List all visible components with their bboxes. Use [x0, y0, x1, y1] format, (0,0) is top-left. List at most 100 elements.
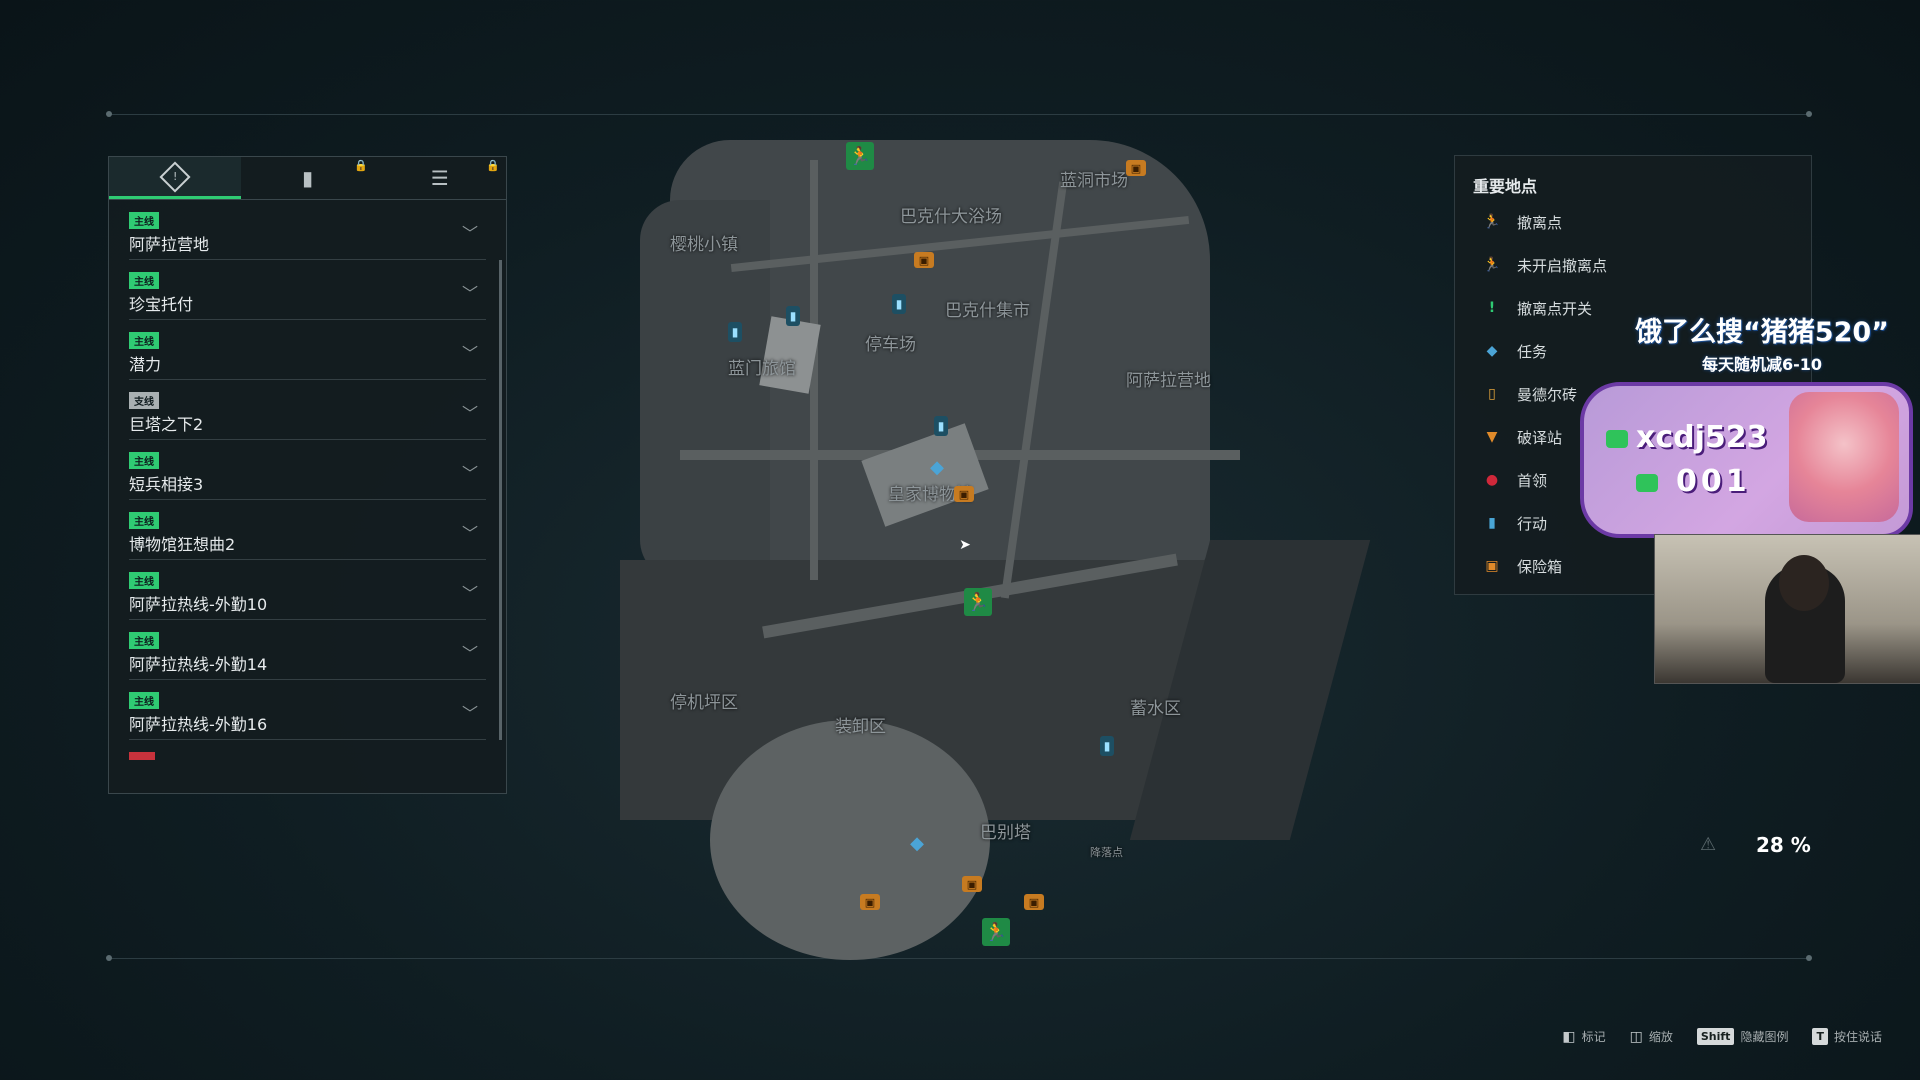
task-icon[interactable]: ◆ [926, 456, 948, 478]
legend-item[interactable]: 🏃 撤离点 [1483, 210, 1562, 234]
safe-icon[interactable]: ▣ [962, 876, 982, 892]
quest-badge: 主线 [129, 212, 159, 229]
exit-icon: 🏃 [1483, 214, 1501, 230]
action-icon: ▮ [301, 166, 313, 190]
map-label: 蓄水区 [1130, 699, 1181, 719]
legend-item[interactable]: ▮ 行动 [1483, 511, 1547, 535]
action-icon[interactable]: ▮ [786, 306, 800, 326]
quest-badge: 主线 [129, 512, 159, 529]
safe-icon: ▣ [1485, 558, 1499, 574]
map-label: 蓝门旅馆 [728, 359, 796, 379]
quest-item-partial[interactable] [129, 740, 486, 792]
shift-key: Shift [1696, 1028, 1735, 1045]
decrypt-station-icon: ▼ [1486, 429, 1498, 445]
action-icon[interactable]: ▮ [892, 294, 906, 314]
quest-panel: ! ▮ 🔒 ☰ 🔒 主线 阿萨拉营地 ﹀ 主线 珍宝托付 ﹀ 主线 潜力 ﹀ 支… [108, 156, 507, 794]
exit-icon[interactable]: 🏃 [964, 588, 992, 616]
quest-item[interactable]: 主线 阿萨拉热线-外勤14 ﹀ [129, 620, 486, 680]
chevron-down-icon[interactable]: ﹀ [462, 520, 478, 544]
legend-title: 重要地点 [1473, 177, 1538, 196]
stream-promo: 饿了么搜“猪猪520” 每天随机减6-10 [1612, 310, 1912, 375]
legend-label: 曼德尔砖 [1517, 385, 1578, 404]
legend-item[interactable]: ● 首领 [1483, 468, 1547, 492]
map-label: 巴克什大浴场 [900, 207, 1002, 227]
quest-item[interactable]: 主线 阿萨拉热线-外勤16 ﹀ [129, 680, 486, 740]
action-icon[interactable]: ▮ [934, 416, 948, 436]
frame-corner [1806, 111, 1812, 117]
quest-diamond-icon: ! [159, 160, 191, 193]
warning-icon: ⚠ [1700, 834, 1717, 855]
streamer-head [1779, 555, 1829, 611]
chevron-down-icon[interactable]: ﹀ [462, 640, 478, 664]
safe-icon[interactable]: ▣ [914, 252, 934, 268]
task-icon: ◆ [1486, 343, 1498, 359]
lock-icon: 🔒 [353, 159, 368, 172]
action-icon[interactable]: ▮ [1100, 736, 1114, 756]
lock-icon: 🔒 [486, 159, 500, 172]
tab-quests[interactable]: ! [109, 157, 242, 199]
task-icon[interactable]: ◆ [906, 832, 928, 854]
tab-actions[interactable]: ▮ 🔒 [241, 157, 373, 199]
streamer-card: xcdj523 001 [1580, 382, 1913, 538]
safe-icon[interactable]: ▣ [1126, 160, 1146, 176]
anime-avatar [1789, 392, 1899, 522]
chevron-down-icon[interactable]: ﹀ [462, 280, 478, 304]
frame-corner [106, 111, 112, 117]
map-label: 巴克什集市 [945, 301, 1030, 321]
hint-mark: ◧ 标记 [1562, 1028, 1605, 1045]
quest-badge: 主线 [129, 692, 159, 709]
promo-subtitle: 每天随机减6-10 [1701, 355, 1823, 374]
chevron-down-icon[interactable]: ﹀ [462, 700, 478, 724]
quest-badge [129, 752, 155, 760]
safe-icon[interactable]: ▣ [860, 894, 880, 910]
quest-title: 阿萨拉热线-外勤10 [129, 595, 268, 614]
action-icon[interactable]: ▮ [728, 322, 742, 342]
legend-item[interactable]: ▯ 曼德尔砖 [1483, 382, 1577, 406]
chevron-down-icon[interactable]: ﹀ [462, 340, 478, 364]
quest-item[interactable]: 支线 巨塔之下2 ﹀ [129, 380, 486, 440]
legend-item[interactable]: ◆ 任务 [1483, 339, 1547, 363]
quest-item[interactable]: 主线 阿萨拉热线-外勤10 ﹀ [129, 560, 486, 620]
quest-scrollbar[interactable] [499, 260, 502, 740]
key-hints: ◧ 标记 ◫ 缩放 Shift 隐藏图例 T 按住说话 [1562, 1028, 1882, 1045]
exit-icon[interactable]: 🏃 [982, 918, 1010, 946]
hint-label: 按住说话 [1833, 1030, 1882, 1044]
tab-mail[interactable]: ☰ 🔒 [374, 157, 506, 199]
quest-title: 短兵相接3 [129, 475, 204, 494]
chevron-down-icon[interactable]: ﹀ [462, 580, 478, 604]
mail-icon: ☰ [430, 166, 449, 190]
quest-item[interactable]: 主线 短兵相接3 ﹀ [129, 440, 486, 500]
quest-title: 潜力 [129, 355, 162, 374]
legend-item[interactable]: ! 撤离点开关 [1483, 296, 1592, 320]
legend-item[interactable]: 🏃 未开启撤离点 [1483, 253, 1607, 277]
quest-item[interactable]: 主线 珍宝托付 ﹀ [129, 260, 486, 320]
hint-zoom: ◫ 缩放 [1630, 1028, 1673, 1045]
quest-list[interactable]: 主线 阿萨拉营地 ﹀ 主线 珍宝托付 ﹀ 主线 潜力 ﹀ 支线 巨塔之下2 ﹀ … [109, 200, 506, 792]
exit-icon[interactable]: 🏃 [846, 142, 874, 170]
chevron-down-icon[interactable]: ﹀ [462, 460, 478, 484]
legend-item[interactable]: ▣ 保险箱 [1483, 554, 1562, 578]
chevron-down-icon[interactable]: ﹀ [462, 220, 478, 244]
legend-label: 破译站 [1517, 428, 1563, 447]
closed-exit-icon: 🏃 [1483, 257, 1501, 273]
exit-switch-icon: ! [1488, 300, 1496, 316]
quest-badge: 主线 [129, 572, 159, 589]
webcam-feed [1654, 534, 1920, 684]
hint-label: 标记 [1581, 1030, 1606, 1044]
legend-label: 未开启撤离点 [1517, 256, 1608, 275]
hint-label: 缩放 [1648, 1030, 1673, 1044]
quest-item[interactable]: 主线 阿萨拉营地 ﹀ [129, 200, 486, 260]
map-label: 降落点 [1090, 846, 1123, 859]
hint-label: 隐藏图例 [1740, 1030, 1789, 1044]
safe-icon[interactable]: ▣ [1024, 894, 1044, 910]
boss-icon: ● [1485, 472, 1499, 488]
safe-icon[interactable]: ▣ [954, 486, 974, 502]
quest-item[interactable]: 主线 潜力 ﹀ [129, 320, 486, 380]
legend-item[interactable]: ▼ 破译站 [1483, 425, 1562, 449]
quest-item[interactable]: 主线 博物馆狂想曲2 ﹀ [129, 500, 486, 560]
quest-title: 阿萨拉热线-外勤14 [129, 655, 268, 674]
wechat-icon [1606, 430, 1628, 448]
map-view[interactable]: 巴克什大浴场 蓝洞市场 樱桃小镇 巴克什集市 停车场 蓝门旅馆 阿萨拉营地 皇家… [470, 120, 1371, 980]
quest-title: 巨塔之下2 [129, 415, 204, 434]
chevron-down-icon[interactable]: ﹀ [462, 400, 478, 424]
